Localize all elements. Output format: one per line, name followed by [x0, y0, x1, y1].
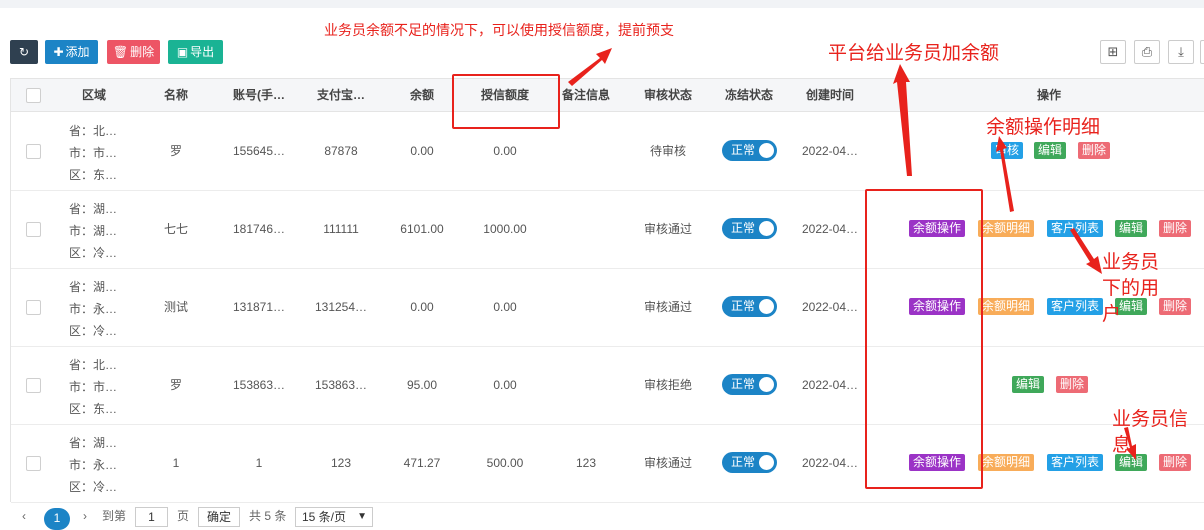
info-arrow — [1124, 427, 1136, 460]
platform-arrow — [893, 64, 912, 176]
detail-arrow — [996, 136, 1014, 212]
annotation-arrows — [568, 48, 1136, 460]
credit-arrow — [568, 48, 612, 86]
customer-arrow — [1070, 228, 1102, 274]
